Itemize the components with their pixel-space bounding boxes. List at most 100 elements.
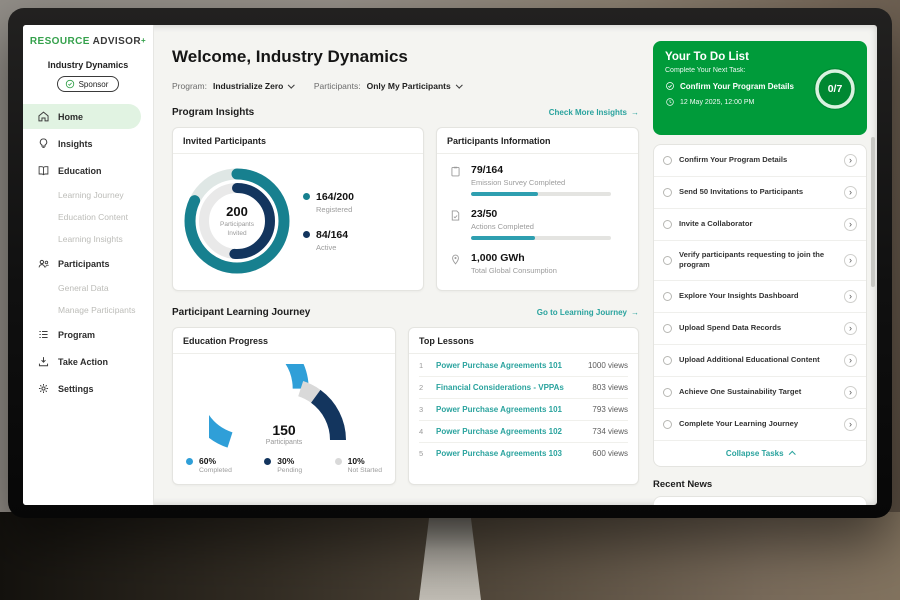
- task-chevron-icon[interactable]: ›: [844, 254, 857, 267]
- sponsor-label: Sponsor: [79, 80, 109, 89]
- task-row[interactable]: Achieve One Sustainability Target ›: [654, 377, 866, 409]
- sidebar-item-settings[interactable]: Settings: [23, 376, 153, 401]
- task-list-card: Confirm Your Program Details › Send 50 I…: [653, 144, 867, 467]
- lesson-link[interactable]: Power Purchase Agreements 102: [436, 427, 583, 436]
- program-icon: [37, 328, 50, 341]
- doc-check-icon: [449, 208, 462, 240]
- sidebar-item-participants[interactable]: Participants: [23, 251, 153, 276]
- stat-row: 79/164 Emission Survey Completed: [449, 164, 626, 196]
- lesson-link[interactable]: Power Purchase Agreements 101: [436, 361, 579, 370]
- task-checkbox[interactable]: [663, 292, 672, 301]
- app-logo: RESOURCE ADVISOR+: [23, 36, 153, 47]
- sidebar-item-take-action[interactable]: Take Action: [23, 349, 153, 374]
- todo-progress-text: 0/7: [812, 66, 858, 112]
- todo-progress-ring: 0/7: [812, 66, 858, 112]
- sidebar-item-general-data[interactable]: General Data: [23, 278, 153, 298]
- page-title: Welcome, Industry Dynamics: [172, 47, 639, 67]
- filter-bar: Program: Industrialize Zero Participants…: [172, 81, 639, 91]
- check-circle-icon: [665, 81, 675, 91]
- chevron-down-icon: [456, 81, 462, 87]
- sidebar-item-insights[interactable]: Insights: [23, 131, 153, 156]
- task-chevron-icon[interactable]: ›: [844, 154, 857, 167]
- legend-item: 60% Completed: [186, 456, 232, 474]
- main-content: Welcome, Industry Dynamics Program: Indu…: [154, 25, 653, 505]
- legend-dot: [335, 458, 342, 465]
- participants-filter-label: Participants:: [314, 81, 361, 91]
- sponsor-badge: Sponsor: [57, 76, 120, 92]
- legend-dot: [186, 458, 193, 465]
- task-list: Confirm Your Program Details › Send 50 I…: [654, 145, 866, 441]
- participants-information-card: Participants Information 79/164 Emission…: [436, 127, 639, 291]
- task-chevron-icon[interactable]: ›: [844, 186, 857, 199]
- task-row[interactable]: Upload Spend Data Records ›: [654, 313, 866, 345]
- sidebar-item-home[interactable]: Home: [23, 104, 141, 129]
- lesson-row: 1 Power Purchase Agreements 101 1000 vie…: [419, 355, 628, 377]
- sidebar-item-learning-insights[interactable]: Learning Insights: [23, 229, 153, 249]
- legend-item: 164/200 Registered: [303, 191, 354, 214]
- participants-icon: [37, 257, 50, 270]
- sidebar-item-manage-participants[interactable]: Manage Participants: [23, 300, 153, 320]
- gauge-center-value: 150: [209, 422, 359, 438]
- task-checkbox[interactable]: [663, 356, 672, 365]
- top-lessons-list: 1 Power Purchase Agreements 101 1000 vie…: [409, 354, 638, 468]
- stat-row: 1,000 GWh Total Global Consumption: [449, 252, 626, 280]
- task-checkbox[interactable]: [663, 420, 672, 429]
- sidebar-item-learning-journey[interactable]: Learning Journey: [23, 185, 153, 205]
- dashboard-screen: RESOURCE ADVISOR+ Industry Dynamics Spon…: [23, 25, 877, 505]
- sidebar-item-education-content[interactable]: Education Content: [23, 207, 153, 227]
- org-name: Industry Dynamics: [23, 60, 153, 70]
- task-checkbox[interactable]: [663, 220, 672, 229]
- task-row[interactable]: Confirm Your Program Details ›: [654, 145, 866, 177]
- todo-panel: Your To Do List Complete Your Next Task:…: [653, 25, 877, 505]
- task-checkbox[interactable]: [663, 256, 672, 265]
- todo-summary-card: Your To Do List Complete Your Next Task:…: [653, 41, 867, 135]
- sidebar-item-education[interactable]: Education: [23, 158, 153, 183]
- arrow-right-icon: →: [631, 108, 639, 117]
- task-checkbox[interactable]: [663, 156, 672, 165]
- task-chevron-icon[interactable]: ›: [844, 354, 857, 367]
- recent-news-card: [653, 496, 867, 506]
- task-checkbox[interactable]: [663, 188, 672, 197]
- lesson-link[interactable]: Power Purchase Agreements 101: [436, 405, 583, 414]
- legend-dot: [264, 458, 271, 465]
- task-row[interactable]: Verify participants requesting to join t…: [654, 241, 866, 281]
- lesson-row: 3 Power Purchase Agreements 101 793 view…: [419, 399, 628, 421]
- lesson-row: 2 Financial Considerations - VPPAs 803 v…: [419, 377, 628, 399]
- sidebar-item-program[interactable]: Program: [23, 322, 153, 347]
- donut-center-label: Participants Invited: [212, 221, 262, 239]
- task-row[interactable]: Explore Your Insights Dashboard ›: [654, 281, 866, 313]
- participants-select[interactable]: Only My Participants: [367, 81, 462, 91]
- task-row[interactable]: Upload Additional Educational Content ›: [654, 345, 866, 377]
- todo-title: Your To Do List: [665, 51, 855, 63]
- location-pin-icon: [449, 252, 462, 280]
- collapse-tasks-button[interactable]: Collapse Tasks: [654, 441, 866, 466]
- chevron-down-icon: [288, 81, 294, 87]
- recent-news-title: Recent News: [653, 479, 867, 490]
- stat-row: 23/50 Actions Completed: [449, 208, 626, 240]
- sidebar-nav: Home Insights Education Learning Journey…: [23, 104, 153, 401]
- task-chevron-icon[interactable]: ›: [844, 290, 857, 303]
- donut-center-value: 200: [226, 204, 248, 219]
- task-chevron-icon[interactable]: ›: [844, 386, 857, 399]
- check-more-insights-link[interactable]: Check More Insights →: [549, 108, 639, 117]
- home-icon: [37, 110, 50, 123]
- program-insights-title: Program Insights: [172, 107, 254, 118]
- task-checkbox[interactable]: [663, 324, 672, 333]
- task-checkbox[interactable]: [663, 388, 672, 397]
- lesson-link[interactable]: Power Purchase Agreements 103: [436, 449, 583, 458]
- lesson-link[interactable]: Financial Considerations - VPPAs: [436, 383, 583, 392]
- go-to-learning-journey-link[interactable]: Go to Learning Journey →: [537, 308, 639, 317]
- task-row[interactable]: Complete Your Learning Journey ›: [654, 409, 866, 441]
- task-chevron-icon[interactable]: ›: [844, 218, 857, 231]
- program-select[interactable]: Industrialize Zero: [213, 81, 294, 91]
- take-action-icon: [37, 355, 50, 368]
- learning-journey-title: Participant Learning Journey: [172, 307, 310, 318]
- task-row[interactable]: Send 50 Invitations to Participants ›: [654, 177, 866, 209]
- task-row[interactable]: Invite a Collaborator ›: [654, 209, 866, 241]
- monitor-stand: [419, 514, 481, 600]
- scrollbar-thumb[interactable]: [871, 137, 875, 287]
- monitor-bezel: RESOURCE ADVISOR+ Industry Dynamics Spon…: [8, 8, 892, 518]
- task-chevron-icon[interactable]: ›: [844, 418, 857, 431]
- education-legend: 60% Completed 30% Pending 10% Not Starte…: [183, 456, 385, 474]
- task-chevron-icon[interactable]: ›: [844, 322, 857, 335]
